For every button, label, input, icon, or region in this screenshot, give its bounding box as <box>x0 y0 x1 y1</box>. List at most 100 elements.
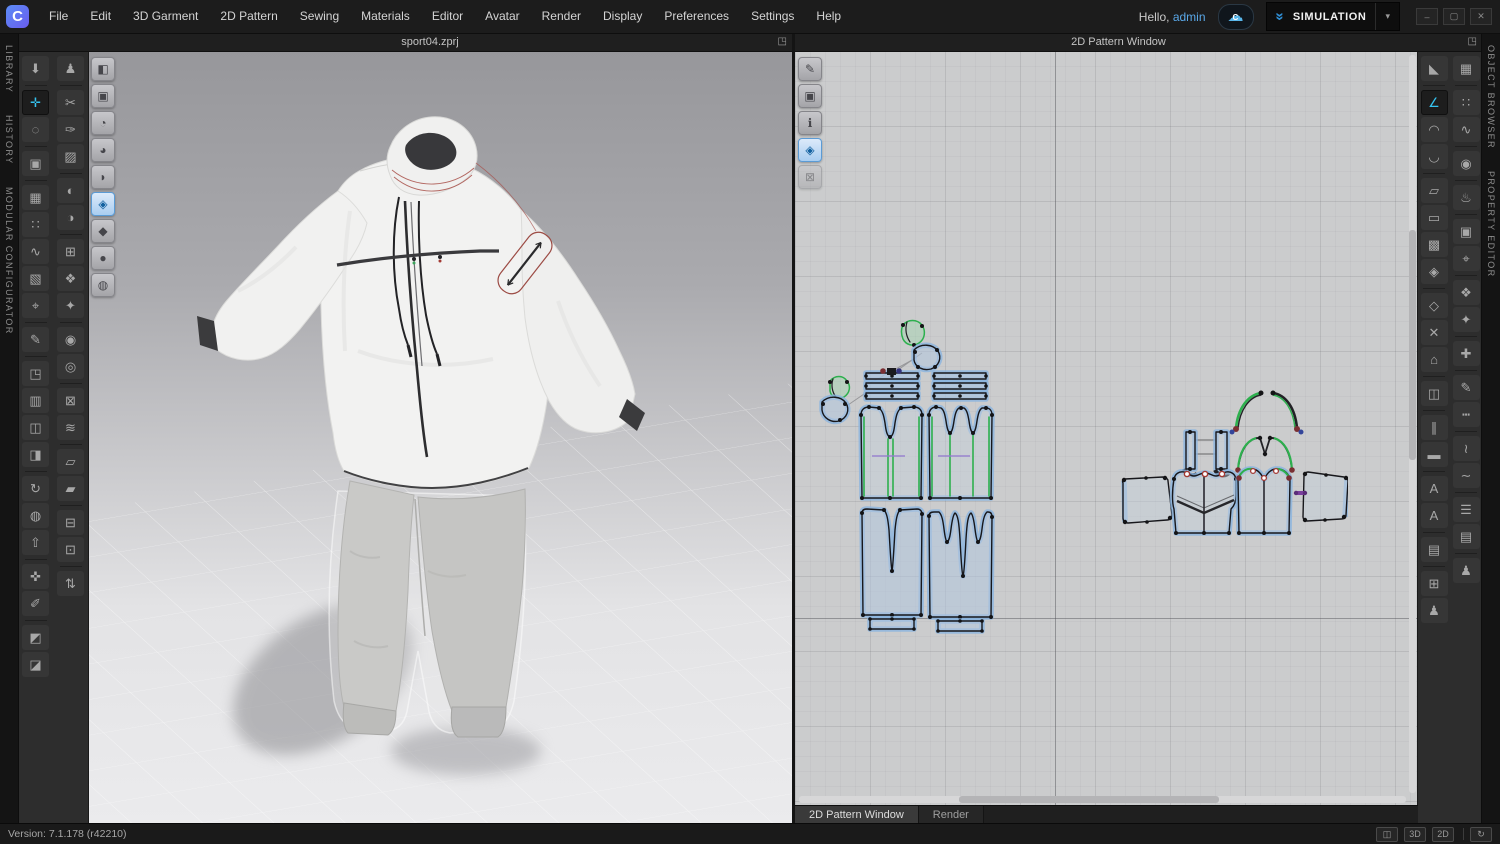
shirring-tool[interactable]: ≀ <box>1452 436 1480 461</box>
pocket-bag-pattern-1[interactable] <box>900 319 926 346</box>
pin-tool[interactable]: ⌖ <box>22 293 49 318</box>
flatten-tool[interactable]: ◳ <box>22 361 49 386</box>
show-environment-toggle[interactable]: ◍ <box>91 273 115 297</box>
elastic-wave-tool[interactable]: ∼ <box>1452 463 1480 488</box>
avatar-pose-tool[interactable]: ♟ <box>57 56 84 81</box>
jacket-pattern-group[interactable] <box>1108 382 1348 552</box>
dot-shirt-tool[interactable]: ✦ <box>57 293 84 318</box>
popout-2d-icon[interactable]: ◳ <box>1468 33 1477 51</box>
pants-pattern-group[interactable] <box>810 319 1020 649</box>
select-garment-2d-tool[interactable]: ▣ <box>1452 219 1480 244</box>
show-surface-toggle[interactable]: ◆ <box>91 219 115 243</box>
lock-trim-tool[interactable]: ⊠ <box>57 388 84 413</box>
text-pattern-tool[interactable]: A <box>1420 503 1448 528</box>
walk-figure-tool[interactable]: ♟ <box>1420 598 1448 623</box>
viewport-2d-titlebar[interactable]: 2D Pattern Window ◳ <box>795 33 1482 52</box>
rotate-object-tool[interactable]: ↻ <box>22 476 49 501</box>
avatar-display-tool[interactable]: ◍ <box>22 503 49 528</box>
segment-sewing-2d-tool[interactable]: ∷ <box>1452 90 1480 115</box>
username-link[interactable]: admin <box>1173 10 1206 24</box>
grading-shirt-tool[interactable]: ❖ <box>1452 280 1480 305</box>
sewing-machine-tool[interactable]: ▦ <box>22 185 49 210</box>
simulation-dropdown-caret[interactable]: ▾ <box>1375 3 1390 30</box>
fabric-piece-tool[interactable]: ⊟ <box>57 510 84 535</box>
menu-2d-pattern[interactable]: 2D Pattern <box>209 0 288 33</box>
show-pattern-2d-toggle[interactable]: ◈ <box>798 138 822 162</box>
select-garment-tool[interactable]: ▣ <box>22 151 49 176</box>
arrange-shirt-tool[interactable]: ◩ <box>22 625 49 650</box>
tab-library[interactable]: LIBRARY <box>4 45 14 93</box>
hood-trim-pattern[interactable] <box>1229 390 1304 435</box>
menu-preferences[interactable]: Preferences <box>653 0 740 33</box>
vertical-scrollbar[interactable] <box>1409 55 1416 793</box>
detail-sewing-tool[interactable]: ◉ <box>1452 151 1480 176</box>
scissor-cut-tool[interactable]: ✂ <box>57 90 84 115</box>
seam-allowance-tool[interactable]: ◈ <box>1420 259 1448 284</box>
menu-render[interactable]: Render <box>531 0 592 33</box>
tab-modular-configurator[interactable]: MODULAR CONFIGURATOR <box>4 187 14 335</box>
free-sewing-2d-tool[interactable]: ∿ <box>1452 117 1480 142</box>
panel-divider[interactable] <box>792 33 795 824</box>
grade-shirt-tool[interactable]: ❖ <box>57 266 84 291</box>
menu-edit[interactable]: Edit <box>79 0 122 33</box>
clo-cloud-button[interactable]: ☁ C <box>1217 3 1254 30</box>
sleeve-pattern-right[interactable] <box>1302 471 1348 522</box>
simulation-mode-button[interactable]: » SIMULATION ▾ <box>1265 2 1400 31</box>
binding-band-tool[interactable]: ▬ <box>1420 442 1448 467</box>
pocket-facing-pattern-2[interactable] <box>821 396 849 423</box>
stitch-pin-tool[interactable]: ⇅ <box>57 571 84 596</box>
restore-button[interactable]: ▢ <box>1443 8 1465 25</box>
sync-button[interactable]: ↻ <box>1470 826 1492 842</box>
layer-clone-tool[interactable]: ◫ <box>22 415 49 440</box>
segment-sewing-tool[interactable]: ∷ <box>22 212 49 237</box>
dashed-line-tool[interactable]: ┅ <box>1452 402 1480 427</box>
waistband-pattern-left[interactable] <box>864 368 920 399</box>
select-mesh-tool[interactable]: ◌ <box>22 117 49 142</box>
free-sewing-tool[interactable]: ∿ <box>22 239 49 264</box>
view-3d-button[interactable]: 3D <box>1404 826 1426 842</box>
edit-pattern-tool[interactable]: ∠ <box>1420 90 1448 115</box>
menu-help[interactable]: Help <box>805 0 852 33</box>
polygon-pattern-tool[interactable]: ▱ <box>1420 178 1448 203</box>
open-garment-tool[interactable]: ◨ <box>22 442 49 467</box>
buttonhole-tool[interactable]: ◎ <box>57 354 84 379</box>
grading-dots-tool[interactable]: ✦ <box>1452 307 1480 332</box>
rectangle-pattern-tool[interactable]: ▭ <box>1420 205 1448 230</box>
edit-curve-point-tool[interactable]: ◡ <box>1420 144 1448 169</box>
pattern-canvas-2d[interactable]: ✎ ▣ ℹ ◈ ⊠ <box>795 51 1418 805</box>
pen-line-tool[interactable]: ✎ <box>1452 375 1480 400</box>
quilting-tool[interactable]: ▤ <box>1420 537 1448 562</box>
trim-piece-tool[interactable]: ▱ <box>57 449 84 474</box>
vertical-scrollbar-thumb[interactable] <box>1409 230 1416 460</box>
menu-display[interactable]: Display <box>592 0 653 33</box>
pin-2d-tool[interactable]: ⌖ <box>1452 246 1480 271</box>
tab-history[interactable]: HISTORY <box>4 115 14 164</box>
show-thickness-toggle[interactable]: ◧ <box>91 57 115 81</box>
zipper-tool[interactable]: ≋ <box>57 415 84 440</box>
fabric-swap-2d-tool[interactable]: ⊞ <box>1420 571 1448 596</box>
tab-object-browser[interactable]: OBJECT BROWSER <box>1486 45 1496 149</box>
collar-strip-patterns[interactable] <box>1182 430 1231 478</box>
show-avatar-toggle[interactable]: ◗ <box>91 165 115 189</box>
viewport-3d-titlebar[interactable]: sport04.zprj ◳ <box>18 33 792 52</box>
dart-tool[interactable]: ◇ <box>1420 293 1448 318</box>
pattern-shape-tool[interactable]: ⌂ <box>1420 347 1448 372</box>
split-view-button[interactable]: ◫ <box>1376 826 1398 842</box>
show-garment-2d-toggle[interactable]: ▣ <box>798 84 822 108</box>
menu-editor[interactable]: Editor <box>421 0 474 33</box>
solid-shirt-tool[interactable]: ◪ <box>22 652 49 677</box>
select-move-tool[interactable]: ✛ <box>22 90 49 115</box>
menu-file[interactable]: File <box>38 0 79 33</box>
minimize-button[interactable]: – <box>1416 8 1438 25</box>
pant-front-pattern-left[interactable] <box>860 406 923 499</box>
menu-settings[interactable]: Settings <box>740 0 805 33</box>
show-info-toggle[interactable]: ℹ <box>798 111 822 135</box>
mannequin-small-tool[interactable]: ♟ <box>1452 558 1480 583</box>
ruler-tool[interactable]: ✐ <box>22 591 49 616</box>
menu-sewing[interactable]: Sewing <box>289 0 350 33</box>
edit-sewing-tool[interactable]: ▧ <box>22 266 49 291</box>
sewing-machine-2d-tool[interactable]: ▦ <box>1452 56 1480 81</box>
fur-jacket-tool[interactable]: ▥ <box>22 388 49 413</box>
menu-materials[interactable]: Materials <box>350 0 421 33</box>
view-2d-button[interactable]: 2D <box>1432 826 1454 842</box>
